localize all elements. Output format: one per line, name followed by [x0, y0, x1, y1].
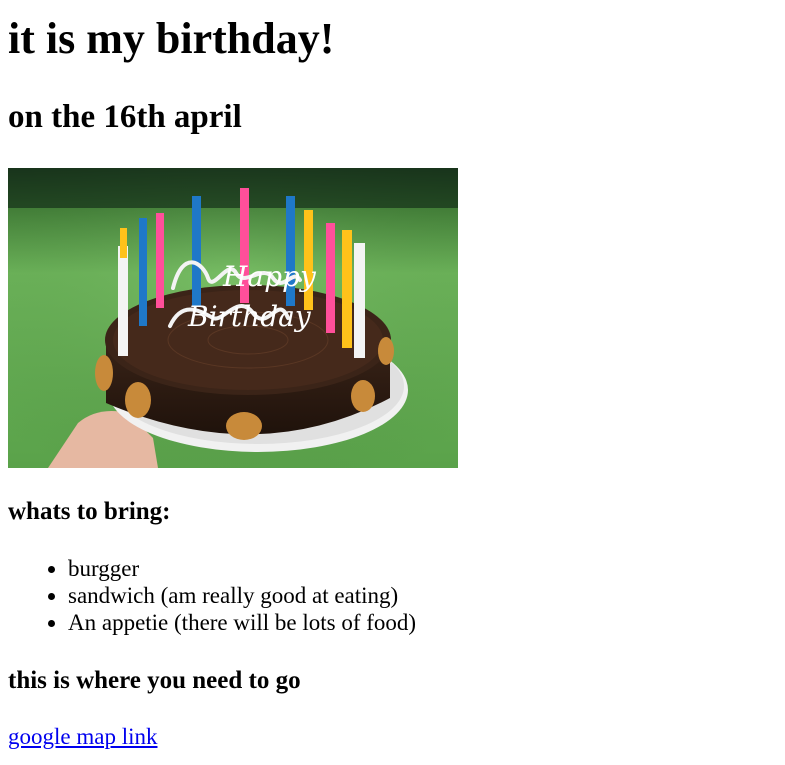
list-item: sandwich (am really good at eating): [68, 582, 416, 609]
bring-list: burgger sandwich (am really good at eati…: [8, 555, 416, 636]
page-subtitle: on the 16th april: [8, 99, 242, 135]
svg-text:Birthday: Birthday: [187, 300, 312, 333]
list-item: burgger: [68, 555, 416, 582]
directions-heading: this is where you need to go: [8, 667, 301, 694]
svg-text:Happy: Happy: [222, 260, 317, 293]
birthday-cake-image: Happy Birthday: [8, 168, 458, 468]
bring-heading: whats to bring:: [8, 498, 171, 525]
list-item: An appetie (there will be lots of food): [68, 609, 416, 636]
google-map-link[interactable]: google map link: [8, 722, 157, 752]
page-title: it is my birthday!: [8, 14, 335, 63]
